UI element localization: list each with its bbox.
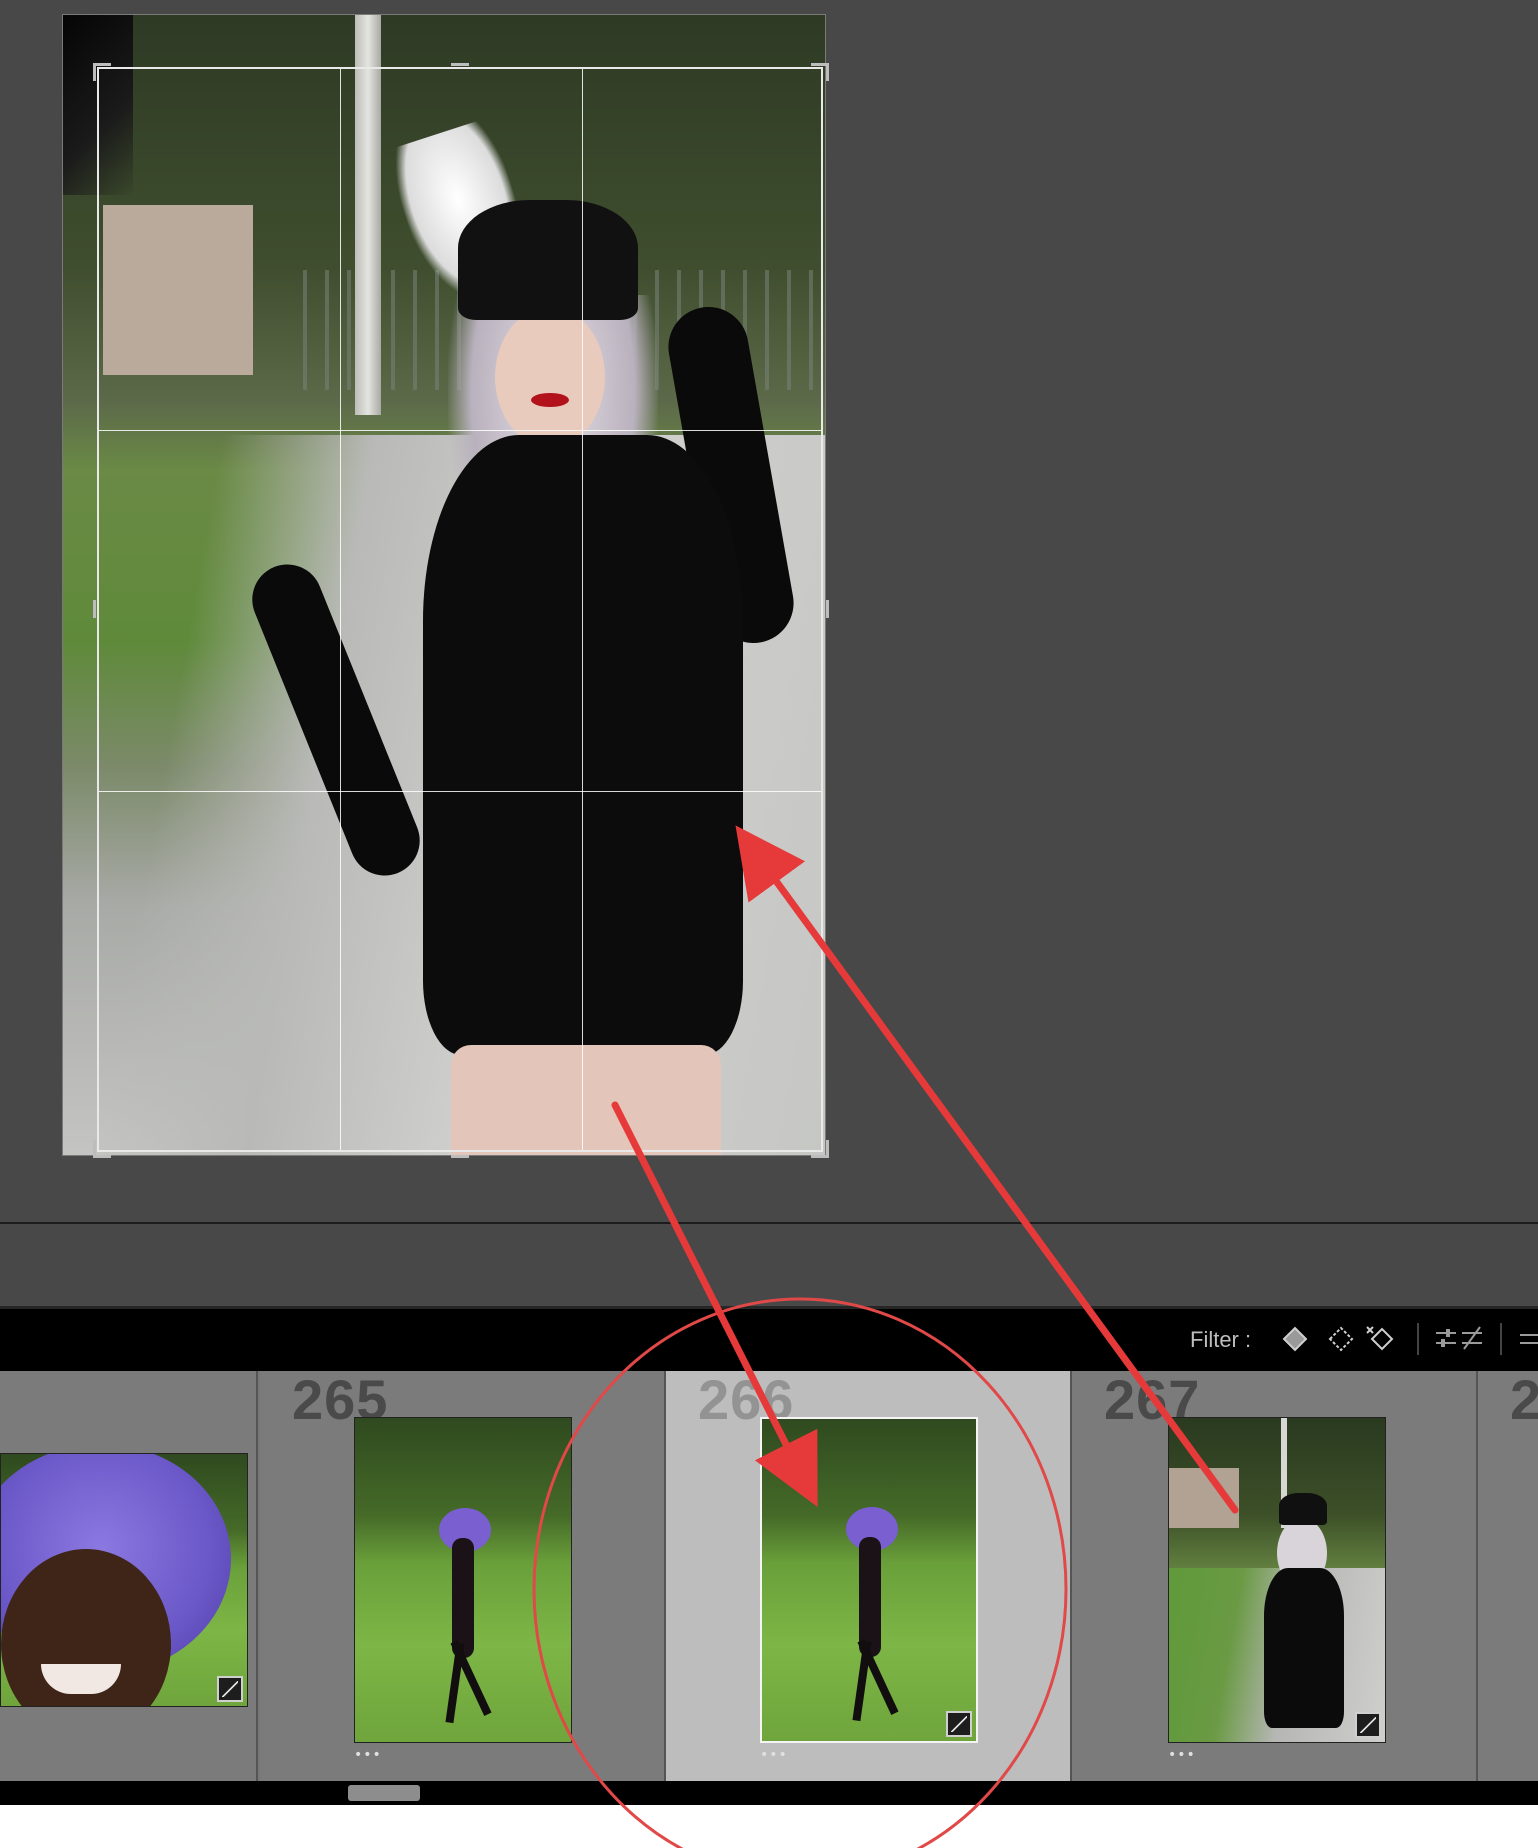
filmstrip: 265 ••• 266 ••• 267 ••• xyxy=(0,1371,1538,1781)
toolbar-area xyxy=(0,1224,1538,1308)
develop-adjusted-icon[interactable] xyxy=(1355,1712,1381,1738)
filmstrip-header: Filter : xyxy=(0,1309,1538,1371)
slider-filter-icon[interactable] xyxy=(1434,1323,1486,1355)
filter-label: Filter : xyxy=(1190,1327,1252,1352)
thumb-wall xyxy=(1169,1468,1239,1528)
lightroom-window: Filter : 265 ••• 266 ••• 267 ••• xyxy=(0,0,1538,1848)
filmstrip-cell[interactable] xyxy=(0,1371,258,1781)
crop-handle-icon[interactable] xyxy=(93,63,111,81)
cell-number: 2 xyxy=(1510,1371,1538,1432)
crop-handle-icon[interactable] xyxy=(93,600,111,618)
crop-handle-icon[interactable] xyxy=(451,1140,469,1158)
scrollbar-thumb[interactable] xyxy=(348,1785,420,1801)
thumbnail[interactable] xyxy=(354,1417,572,1743)
develop-adjusted-icon[interactable] xyxy=(217,1676,243,1702)
filmstrip-scrollbar[interactable] xyxy=(0,1781,1538,1805)
crop-overlay[interactable] xyxy=(97,67,823,1152)
filmstrip-cell-266[interactable]: 266 ••• xyxy=(666,1371,1072,1781)
filter-separator xyxy=(1500,1323,1502,1355)
crop-handle-icon[interactable] xyxy=(451,63,469,81)
develop-workspace xyxy=(0,0,1538,1222)
crop-grid-line xyxy=(99,791,821,792)
thumb-woman-dress xyxy=(1264,1568,1344,1728)
crop-handle-icon[interactable] xyxy=(811,600,829,618)
cell-dots: ••• xyxy=(760,1747,788,1763)
crop-grid-line xyxy=(582,69,583,1150)
filter-more-icon[interactable] xyxy=(1516,1323,1538,1353)
thumb-woman-hat xyxy=(1279,1493,1327,1525)
thumbnail[interactable] xyxy=(760,1417,978,1743)
filmstrip-cell-267[interactable]: 267 ••• xyxy=(1072,1371,1478,1781)
bottom-margin xyxy=(0,1805,1538,1848)
crop-grid-line xyxy=(340,69,341,1150)
crop-grid-line xyxy=(99,430,821,431)
thumbnail[interactable] xyxy=(0,1453,248,1707)
crop-handle-icon[interactable] xyxy=(811,63,829,81)
filter-separator xyxy=(1417,1323,1419,1355)
filmstrip-cell-next[interactable]: 2 xyxy=(1478,1371,1538,1781)
flag-rejected-icon[interactable] xyxy=(1366,1323,1396,1353)
crop-handle-icon[interactable] xyxy=(93,1140,111,1158)
flag-unflagged-icon[interactable] xyxy=(1326,1323,1356,1353)
crop-handle-icon[interactable] xyxy=(811,1140,829,1158)
thumbnail[interactable] xyxy=(1168,1417,1386,1743)
filmstrip-cell-265[interactable]: 265 ••• xyxy=(260,1371,666,1781)
develop-adjusted-icon[interactable] xyxy=(946,1711,972,1737)
cell-dots: ••• xyxy=(1168,1747,1196,1763)
flag-picked-icon[interactable] xyxy=(1280,1323,1310,1353)
cell-dots: ••• xyxy=(354,1747,382,1763)
